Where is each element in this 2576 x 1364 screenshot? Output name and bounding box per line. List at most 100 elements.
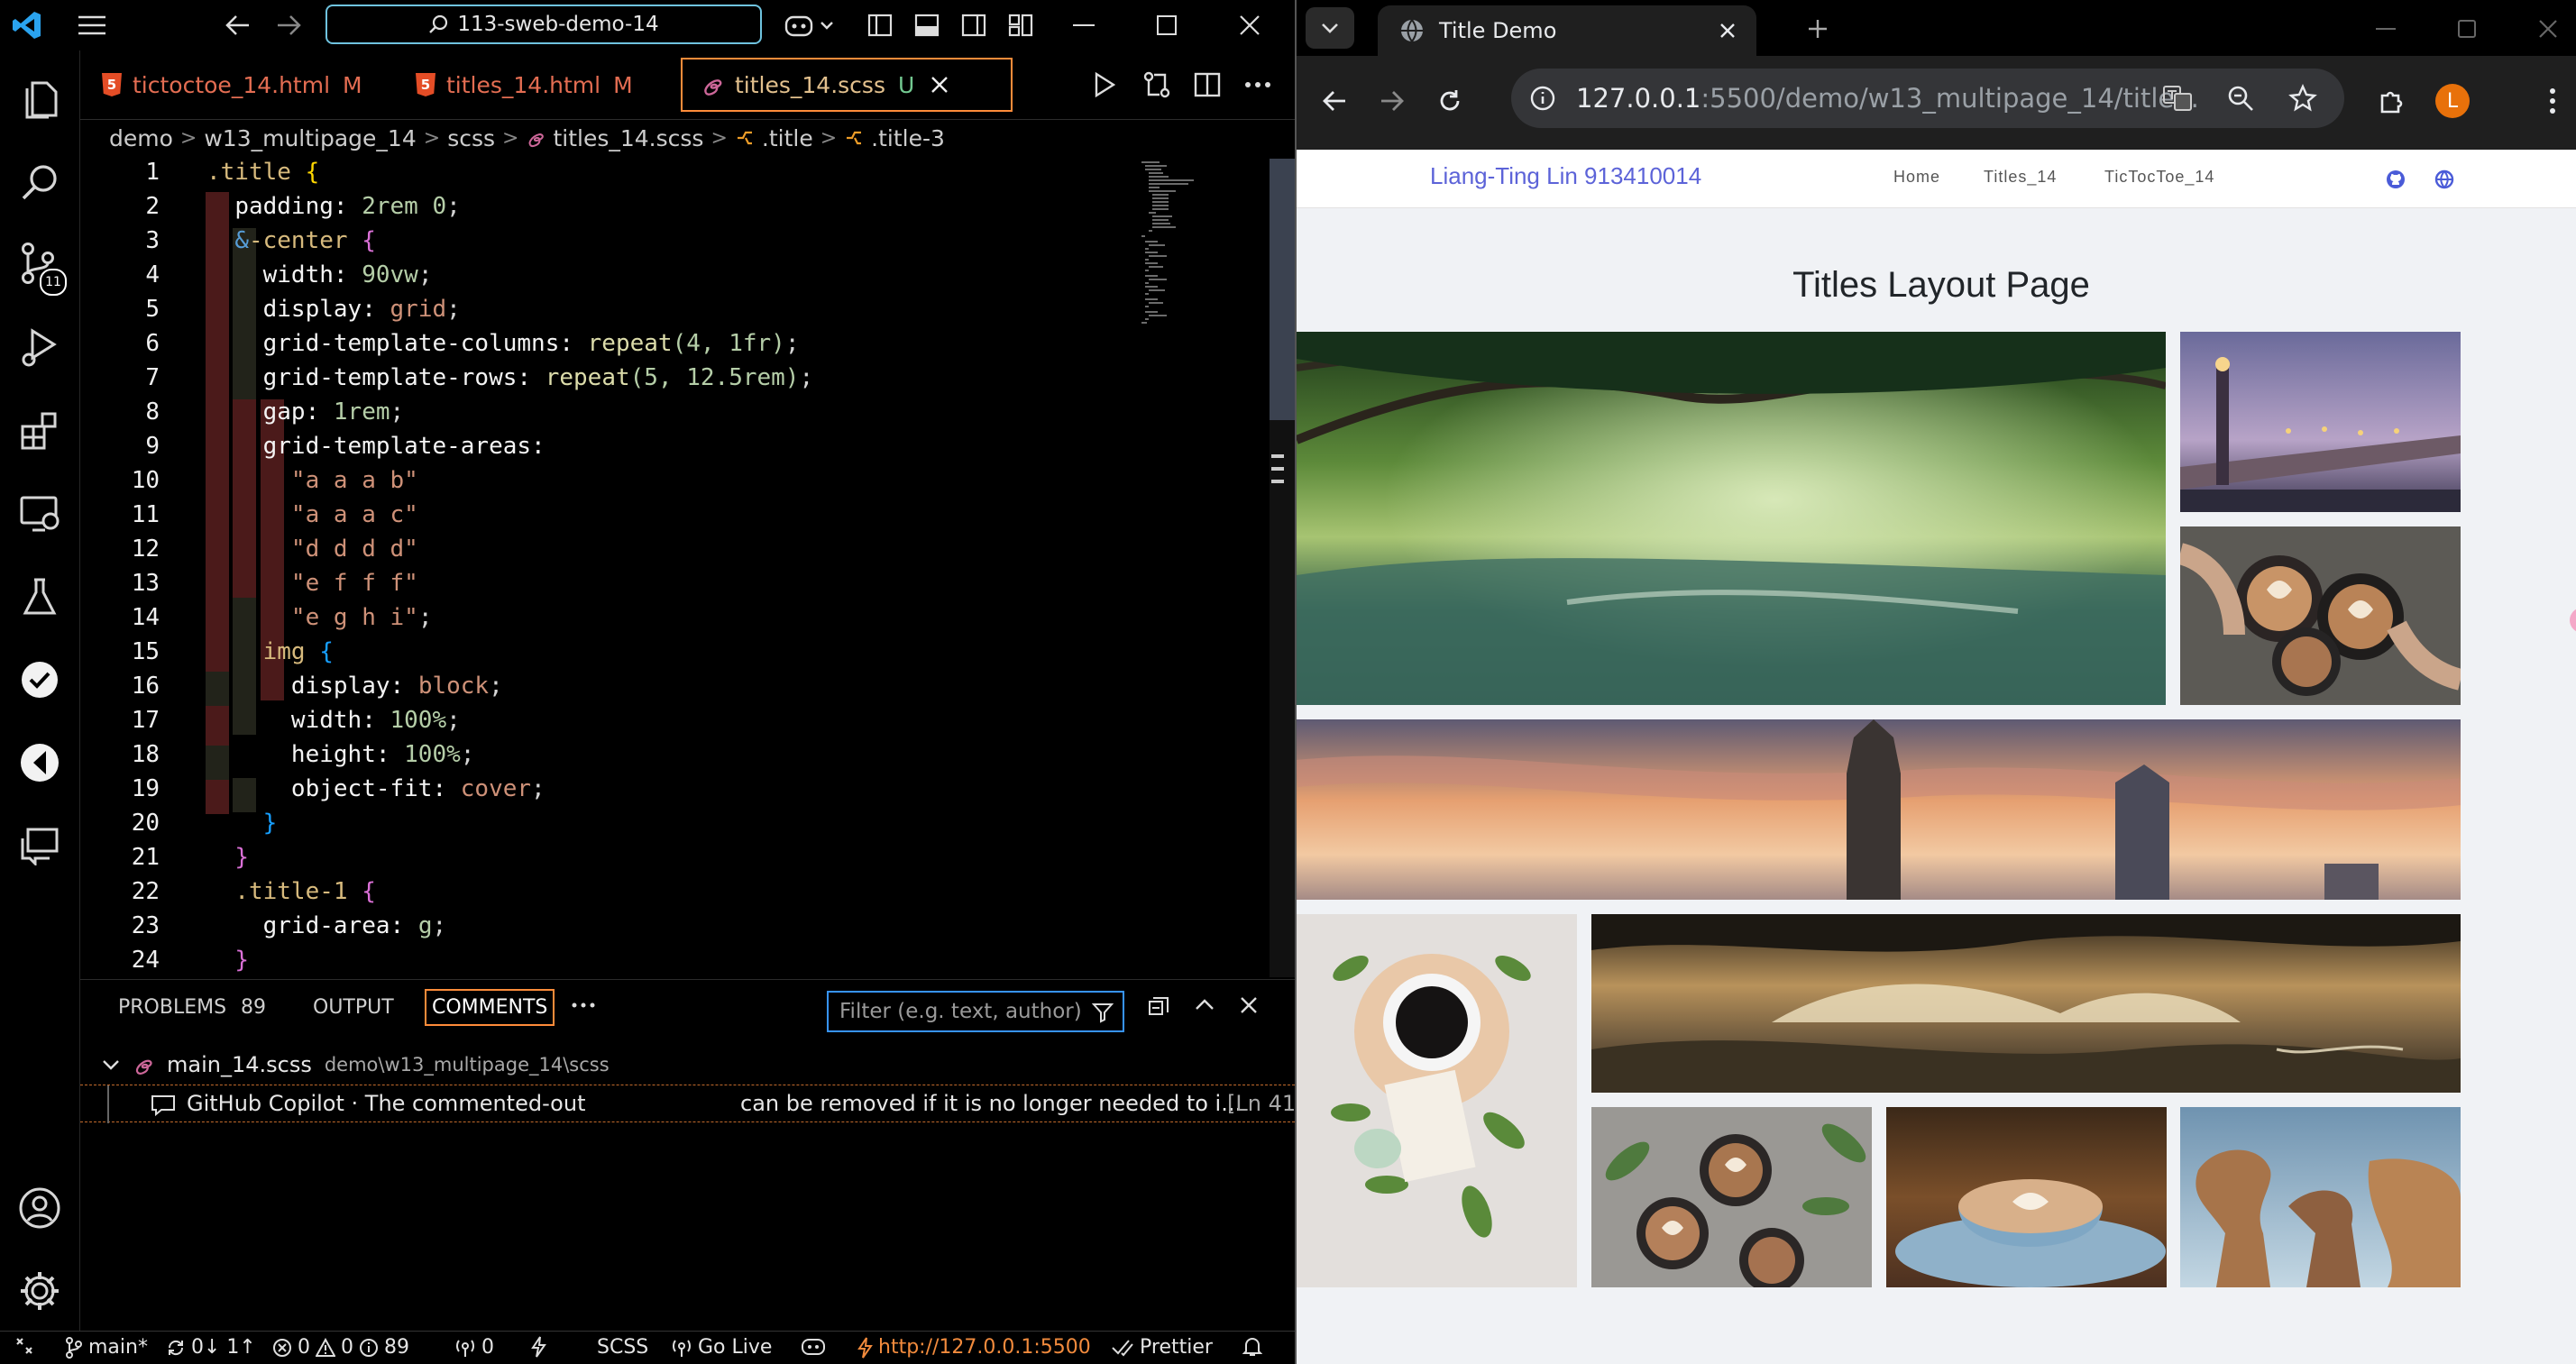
remote-explorer-icon[interactable] bbox=[0, 478, 79, 550]
menu-icon[interactable] bbox=[74, 9, 110, 41]
tab-output[interactable]: OUTPUT bbox=[313, 996, 394, 1019]
tab-comments[interactable]: COMMENTS bbox=[425, 989, 555, 1026]
line-number: 19 bbox=[131, 775, 160, 802]
browser-tab-title-demo[interactable]: Title Demo bbox=[1378, 5, 1756, 56]
extensions-puzzle-icon[interactable] bbox=[2375, 83, 2411, 119]
comments-filter-input[interactable]: Filter (e.g. text, author) bbox=[827, 991, 1124, 1032]
branch-status[interactable]: main* bbox=[65, 1336, 148, 1359]
bookmark-star-icon[interactable] bbox=[2288, 84, 2317, 113]
minimize-icon[interactable] bbox=[2370, 14, 2402, 43]
zoom-icon[interactable] bbox=[2227, 85, 2254, 112]
close-icon[interactable] bbox=[2532, 14, 2564, 43]
github-icon[interactable] bbox=[2386, 169, 2406, 189]
close-icon[interactable] bbox=[1233, 11, 1266, 40]
copilot-status-icon[interactable] bbox=[801, 1336, 826, 1358]
gear-icon[interactable] bbox=[0, 1255, 79, 1327]
chevron-up-icon[interactable] bbox=[1195, 998, 1215, 1011]
lightning-icon[interactable] bbox=[530, 1336, 546, 1358]
todo-check-icon[interactable] bbox=[0, 644, 79, 716]
toggle-secondary-sidebar-icon[interactable] bbox=[959, 11, 988, 40]
maximize-icon[interactable] bbox=[1150, 11, 1183, 40]
more-actions-icon[interactable] bbox=[571, 989, 596, 1016]
reload-icon[interactable] bbox=[1432, 83, 1468, 119]
command-center-search[interactable]: 113-sweb-demo-14 bbox=[325, 5, 762, 44]
bell-icon[interactable] bbox=[1242, 1336, 1262, 1358]
chat-icon[interactable] bbox=[0, 810, 79, 882]
back-arrow-icon[interactable] bbox=[1316, 83, 1352, 119]
open-changes-icon[interactable] bbox=[1141, 69, 1173, 101]
remote-indicator-icon[interactable] bbox=[14, 1336, 34, 1356]
nav-home[interactable]: Home bbox=[1893, 168, 1940, 187]
breadcrumb-item[interactable]: demo bbox=[109, 125, 173, 151]
tab-titles-scss[interactable]: titles_14.scss U bbox=[681, 58, 1013, 112]
nav-titles[interactable]: Titles_14 bbox=[1984, 168, 2057, 187]
profile-avatar[interactable]: L bbox=[2433, 81, 2472, 121]
split-editor-icon[interactable] bbox=[1191, 69, 1224, 101]
side-panel-tab[interactable] bbox=[2570, 608, 2576, 633]
nav-tictoctoe[interactable]: TicTocToe_14 bbox=[2104, 168, 2214, 187]
prettier-status[interactable]: Prettier bbox=[1111, 1336, 1213, 1359]
breadcrumb-item[interactable]: titles_14.scss bbox=[553, 125, 703, 151]
image-tile-mountain-clouds bbox=[1591, 914, 2461, 1093]
toggle-sidebar-icon[interactable] bbox=[866, 11, 894, 40]
site-navbar: Liang-Ting Lin 913410014 Home Titles_14 … bbox=[1297, 150, 2576, 208]
line-number: 3 bbox=[145, 227, 160, 254]
comment-row[interactable]: GitHub Copilot · The commented-out can b… bbox=[80, 1085, 1295, 1123]
image-tile-latte-art bbox=[1591, 1107, 1872, 1287]
minimize-icon[interactable] bbox=[1068, 11, 1100, 40]
filter-icon[interactable] bbox=[1092, 1002, 1114, 1023]
close-icon[interactable] bbox=[930, 76, 949, 94]
forward-arrow-icon[interactable] bbox=[270, 9, 307, 41]
breadcrumb-item[interactable]: w13_multipage_14 bbox=[204, 125, 416, 151]
collapse-all-icon[interactable] bbox=[1148, 996, 1169, 1018]
browser-menu-icon[interactable] bbox=[2539, 83, 2566, 119]
breadcrumb-item[interactable]: .title-3 bbox=[871, 125, 945, 151]
address-bar[interactable]: 127.0.0.1:5500/demo/w13_multipage_14/tit… bbox=[1511, 69, 2344, 128]
go-live-button[interactable]: Go Live bbox=[671, 1336, 772, 1359]
maximize-icon[interactable] bbox=[2451, 14, 2483, 43]
line-number: 11 bbox=[131, 501, 160, 528]
explorer-icon[interactable] bbox=[0, 63, 79, 135]
run-icon[interactable] bbox=[1090, 70, 1119, 99]
editor-scrollbar-thumb[interactable] bbox=[1270, 159, 1295, 420]
info-icon bbox=[360, 1338, 378, 1357]
close-icon[interactable] bbox=[1719, 22, 1737, 40]
tab-titles-html[interactable]: 5 titles_14.html M bbox=[398, 58, 668, 112]
source-control-icon[interactable]: 11 bbox=[0, 229, 79, 301]
more-actions-icon[interactable] bbox=[1242, 69, 1274, 101]
search-icon[interactable] bbox=[0, 146, 79, 218]
tab-problems[interactable]: PROBLEMS bbox=[118, 996, 226, 1019]
new-tab-icon[interactable] bbox=[1801, 13, 1834, 45]
breadcrumb-item[interactable]: scss bbox=[447, 125, 495, 151]
branch-icon bbox=[66, 1336, 82, 1359]
code-line: height: 100%; bbox=[290, 741, 475, 768]
close-panel-icon[interactable] bbox=[1240, 996, 1258, 1014]
sync-status[interactable]: 0↓ 1↑ bbox=[166, 1336, 256, 1359]
tab-search-icon[interactable] bbox=[1306, 7, 1354, 49]
language-mode[interactable]: SCSS bbox=[597, 1336, 648, 1359]
ports-status[interactable]: 0 bbox=[454, 1336, 494, 1359]
code-editor[interactable]: 1 2 3 4 5 6 7 8 9 10 11 12 13 14 15 16 17 18 19 20 21 22 23 24 … bbox=[80, 159, 1295, 977]
testing-icon[interactable] bbox=[0, 561, 79, 633]
toggle-panel-icon[interactable] bbox=[912, 11, 941, 40]
back-arrow-icon[interactable] bbox=[220, 9, 256, 41]
copilot-icon[interactable] bbox=[781, 9, 840, 41]
forward-arrow-icon[interactable] bbox=[1374, 83, 1410, 119]
run-debug-icon[interactable] bbox=[0, 312, 79, 384]
accounts-icon[interactable] bbox=[0, 1172, 79, 1244]
problems-status[interactable]: 0 0 89 bbox=[272, 1336, 409, 1359]
comments-tree-file[interactable]: main_14.scss demo\w13_multipage_14\scss bbox=[102, 1052, 610, 1077]
globe-icon[interactable] bbox=[2434, 169, 2454, 189]
live-share-icon[interactable] bbox=[0, 727, 79, 799]
site-info-icon[interactable] bbox=[1529, 85, 1556, 112]
extensions-icon[interactable] bbox=[0, 395, 79, 467]
breadcrumb-item[interactable]: .title bbox=[762, 125, 813, 151]
server-url-link[interactable]: http://127.0.0.1:5500 bbox=[857, 1336, 1091, 1359]
problems-count-badge: 89 bbox=[241, 996, 266, 1019]
minimap[interactable] bbox=[1138, 159, 1268, 339]
customize-layout-icon[interactable] bbox=[1006, 11, 1035, 40]
tab-tictoctoe-html[interactable]: 5 tictoctoe_14.html M bbox=[84, 58, 388, 112]
translate-icon[interactable] bbox=[2162, 83, 2193, 114]
symbol-class-icon bbox=[847, 131, 862, 145]
site-brand[interactable]: Liang-Ting Lin 913410014 bbox=[1430, 162, 1701, 190]
